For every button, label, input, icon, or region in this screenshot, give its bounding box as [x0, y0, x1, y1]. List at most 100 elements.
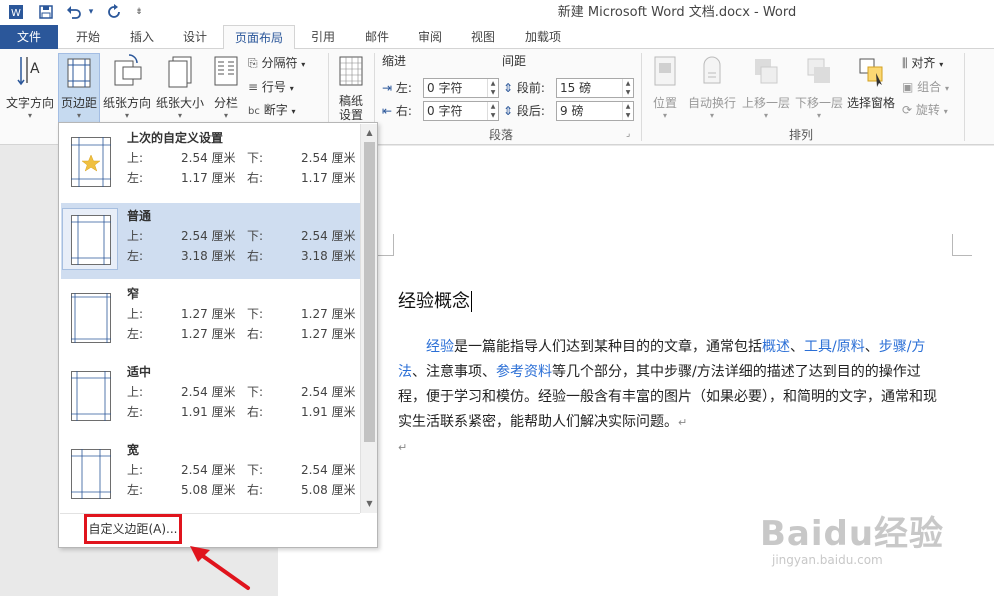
margin-option[interactable]: 上次的自定义设置 上: 2.54 厘米 下: 2.54 厘米 左: 1.17 厘米 右: 1.1…: [61, 125, 361, 201]
text-direction-button[interactable]: A 文字方向 ▾: [4, 53, 56, 120]
tab-insert[interactable]: 插入: [116, 25, 168, 49]
tab-file[interactable]: 文件: [0, 25, 58, 49]
position-button[interactable]: 位置 ▾: [646, 53, 684, 120]
align-button[interactable]: ⫼ 对齐 ▾: [902, 53, 943, 73]
tab-review[interactable]: 审阅: [405, 25, 455, 49]
group-icon: ▣: [902, 80, 914, 94]
rotate-icon: ⟳: [902, 103, 913, 117]
svg-text:A: A: [30, 61, 40, 77]
spacing-after-input[interactable]: 9 磅 ▲ ▼: [556, 101, 634, 121]
baidu-watermark: Baidu经验 jingyan.baidu.com: [760, 506, 990, 586]
tab-view[interactable]: 视图: [458, 25, 508, 49]
document-heading[interactable]: 经验概念: [398, 287, 478, 313]
margin-option[interactable]: 宽上: 2.54 厘米 下: 2.54 厘米 左: 5.08 厘米 右: 5.08 厘米: [61, 437, 361, 513]
spacing-before-value: 15 磅: [560, 81, 592, 95]
indent-label: 缩进: [382, 54, 407, 68]
hyphenation-button[interactable]: bc 断字 ▾: [248, 100, 296, 120]
margin-option[interactable]: 普通 上: 2.54 厘米 下: 2.54 厘米 左: 3.18 厘米 右: 3.18 厘米: [61, 203, 361, 279]
manuscript-button[interactable]: 稿纸 设置: [332, 53, 370, 122]
orientation-button[interactable]: 纸张方向 ▾: [102, 53, 152, 120]
margin-value: 1.27 厘米: [301, 327, 356, 341]
document-link[interactable]: 参考资料: [496, 364, 552, 380]
margin-option[interactable]: 窄上: 1.27 厘米 下: 1.27 厘米 左: 1.27 厘米 右: 1.27 厘米: [61, 281, 361, 357]
title-bar: W ▾ ⇟ 新建 Microsoft Word 文档.docx - Word: [0, 0, 994, 25]
columns-icon: [210, 53, 242, 92]
margin-side-label: 左:: [127, 483, 144, 497]
spacing-after-icon: ⇕: [503, 104, 514, 118]
orientation-label: 纸张方向: [102, 96, 151, 110]
spacing-before-spinner[interactable]: ▲ ▼: [622, 79, 633, 97]
send-backward-button[interactable]: 下移一层 ▾: [793, 53, 845, 120]
document-paragraph[interactable]: 经验是一篇能指导人们达到某种目的的文章，通常包括概述、工具/原料、步骤/方法、注…: [398, 335, 948, 460]
breaks-icon: ⎘: [248, 56, 258, 70]
margin-option[interactable]: 适中 上: 2.54 厘米 下: 2.54 厘米 左: 1.91 厘米 右: 1.91 厘米: [61, 359, 361, 435]
custom-margins-button[interactable]: 自定义边距(A)...: [84, 514, 182, 544]
margin-value: 1.17 厘米: [181, 171, 236, 185]
manuscript-label-line1: 稿纸: [338, 94, 363, 108]
gallery-scrollbar[interactable]: ▲ ▼: [360, 124, 377, 513]
align-label: 对齐: [911, 56, 936, 70]
document-text: 、: [790, 339, 804, 355]
size-button[interactable]: 纸张大小 ▾: [154, 53, 206, 120]
scroll-down-icon[interactable]: ▼: [364, 498, 375, 510]
margin-value: 2.54 厘米: [301, 463, 356, 477]
tab-references[interactable]: 引用: [298, 25, 348, 49]
columns-button[interactable]: 分栏 ▾: [210, 53, 242, 120]
margins-icon: [59, 57, 99, 92]
bring-forward-button[interactable]: 上移一层 ▾: [740, 53, 792, 120]
document-link[interactable]: 经验: [426, 339, 454, 355]
tab-home[interactable]: 开始: [62, 25, 114, 49]
paragraph-dialog-launcher-icon[interactable]: ⌟: [626, 129, 630, 139]
selection-pane-button[interactable]: 选择窗格: [846, 53, 896, 111]
bring-forward-icon: [740, 53, 792, 92]
margin-side-label: 上:: [127, 463, 144, 477]
margin-value: 1.17 厘米: [301, 171, 356, 185]
send-backward-icon: [793, 53, 845, 92]
manuscript-label-line2: 设置: [338, 108, 363, 122]
margin-side-label: 左:: [127, 405, 144, 419]
margin-side-label: 下:: [247, 385, 264, 399]
hyphenation-label: 断字: [263, 103, 288, 117]
selection-pane-icon: [846, 53, 896, 92]
breaks-button[interactable]: ⎘ 分隔符 ▾: [248, 53, 305, 73]
tab-addins[interactable]: 加载项: [512, 25, 574, 49]
margin-value: 2.54 厘米: [181, 385, 236, 399]
margins-gallery: 上次的自定义设置 上: 2.54 厘米 下: 2.54 厘米 左: 1.17 厘米 右: 1.1…: [58, 122, 378, 548]
document-link[interactable]: 概述: [762, 339, 790, 355]
watermark-brand: Baidu经验: [760, 514, 945, 554]
wrap-text-button[interactable]: 自动换行 ▾: [686, 53, 738, 120]
tab-mailings[interactable]: 邮件: [352, 25, 402, 49]
spacing-after-row: ⇕ 段后:: [503, 101, 545, 121]
paragraph-mark: ↵: [398, 441, 408, 454]
margin-value: 2.54 厘米: [181, 463, 236, 477]
spacing-after-spinner[interactable]: ▲ ▼: [622, 102, 633, 120]
indent-right-spinner[interactable]: ▲ ▼: [487, 102, 498, 120]
margin-option-name: 宽: [127, 443, 140, 457]
rotate-button[interactable]: ⟳ 旋转 ▾: [902, 100, 948, 120]
send-backward-label: 下移一层: [794, 96, 843, 110]
wrap-text-label: 自动换行: [687, 96, 736, 110]
position-label: 位置: [652, 96, 677, 110]
indent-left-spinner[interactable]: ▲ ▼: [487, 79, 498, 97]
window-title: 新建 Microsoft Word 文档.docx - Word: [557, 5, 797, 20]
document-link[interactable]: 工具/原料: [804, 339, 865, 355]
scroll-thumb[interactable]: [364, 142, 375, 442]
ribbon-tabs: 文件 开始 插入 设计 页面布局 引用 邮件 审阅 视图 加载项: [0, 25, 994, 50]
hyphenation-icon: bc: [248, 106, 260, 117]
margin-value: 1.91 厘米: [181, 405, 236, 419]
margins-button[interactable]: 页边距 ▾: [58, 53, 100, 123]
indent-right-input[interactable]: 0 字符 ▲ ▼: [423, 101, 499, 121]
spacing-before-icon: ⇕: [503, 81, 514, 95]
line-numbers-button[interactable]: ≡ 行号 ▾: [248, 77, 294, 97]
last-custom-margins-icon: [71, 137, 111, 190]
document-text: 、: [864, 339, 879, 355]
group-button[interactable]: ▣ 组合 ▾: [902, 77, 949, 97]
indent-left-input[interactable]: 0 字符 ▲ ▼: [423, 78, 499, 98]
scroll-up-icon[interactable]: ▲: [364, 127, 375, 139]
tab-page-layout[interactable]: 页面布局: [223, 25, 295, 50]
page-margin-thumbnail-icon: [71, 215, 111, 268]
margin-value: 2.54 厘米: [301, 151, 356, 165]
spacing-before-label: 段前:: [516, 81, 545, 95]
spacing-before-input[interactable]: 15 磅 ▲ ▼: [556, 78, 634, 98]
tab-design[interactable]: 设计: [170, 25, 220, 49]
